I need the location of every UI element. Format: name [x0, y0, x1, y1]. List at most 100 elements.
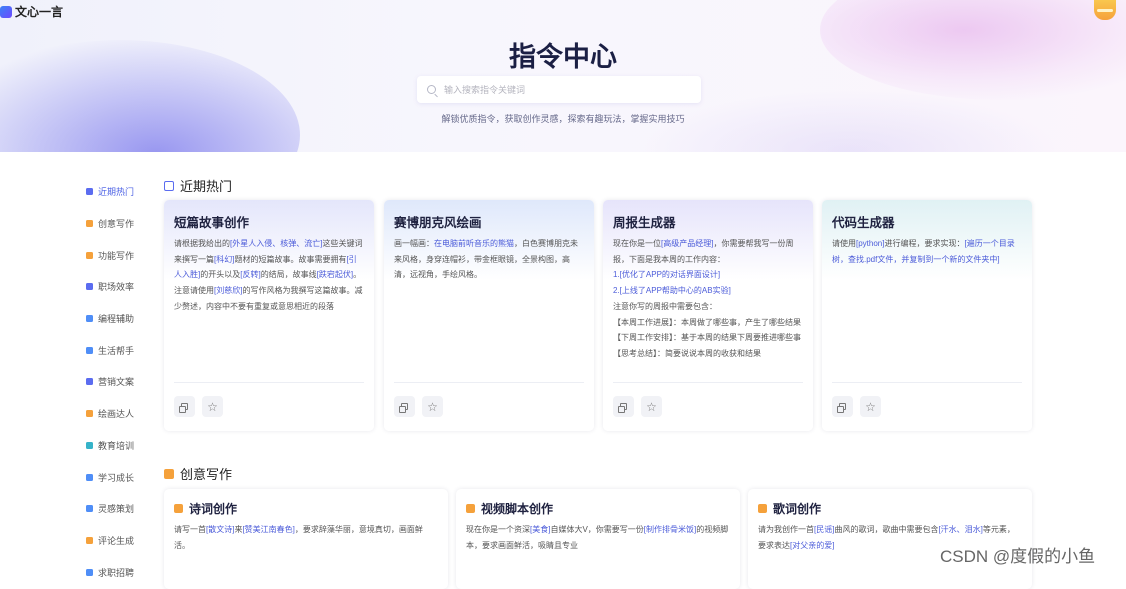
copy-icon: [399, 403, 408, 413]
prompt-text: 自媒体大V，你需要写一份: [550, 525, 644, 534]
prompt-card[interactable]: 代码生成器请使用[python]进行编程，要求实现：[遍历一个目录树，查找.pd…: [822, 200, 1032, 431]
hero-banner: 文心一言 指令中心 解锁优质指令，获取创作灵感，探索有趣玩法，掌握实用技巧: [0, 0, 1126, 152]
logo-icon: [0, 5, 12, 18]
creative-section-icon: [164, 468, 174, 479]
pen-icon: [758, 504, 767, 513]
card-description: 现在你是一个资深[美食]自媒体大V，你需要写一份[制作排骨米饭]的视频脚本，要求…: [466, 522, 730, 558]
sidebar-item[interactable]: 创意写作: [86, 208, 156, 240]
search-icon: [427, 85, 436, 94]
sidebar-item[interactable]: 求职招聘: [86, 556, 156, 588]
card-description: 请使用[python]进行编程，要求实现：[遍历一个目录树，查找.pdf文件，并…: [832, 236, 1022, 380]
prompt-card[interactable]: 视频脚本创作现在你是一个资深[美食]自媒体大V，你需要写一份[制作排骨米饭]的视…: [456, 489, 740, 589]
prompt-card[interactable]: 短篇故事创作 请根据我给出的[外星人入侵、核弹、流亡]这些关键词来撰写一篇[科幻]…: [164, 200, 374, 431]
card-description: 请写一首[散文诗]来[赞美江南春色]，要求辞藻华丽，意境真切，画面鲜活。: [174, 522, 438, 558]
card-title-row: 诗词创作: [174, 500, 237, 517]
star-icon: ☆: [427, 399, 438, 414]
prompt-text: 的开头以及: [200, 270, 241, 280]
section-hot-header: 近期热门: [164, 176, 232, 195]
copy-button[interactable]: [394, 396, 415, 417]
sidebar-item[interactable]: 职场效率: [86, 271, 156, 303]
code-icon: [86, 315, 93, 323]
card-title: 视频脚本创作: [481, 502, 554, 516]
star-icon: ☆: [865, 399, 876, 414]
sidebar-item[interactable]: 功能写作: [86, 239, 156, 271]
copy-icon: [837, 403, 846, 413]
card-title-row: 歌词创作: [758, 500, 821, 517]
book-icon: [86, 473, 93, 481]
hot-icon: [86, 188, 93, 196]
copy-button[interactable]: [613, 396, 634, 417]
card-title-row: 视频脚本创作: [466, 500, 553, 517]
sidebar-item[interactable]: 学习成长: [86, 461, 156, 493]
prompt-variable: [对父亲的爱]: [790, 540, 835, 550]
app-logo[interactable]: 文心一言: [0, 3, 63, 20]
card-divider: [174, 382, 364, 383]
copy-button[interactable]: [174, 396, 195, 417]
prompt-variable: [制作排骨米饭]: [643, 525, 697, 534]
prompt-text: 进行编程，要求实现：: [884, 239, 965, 248]
prompt-variable: 在电脑前听音乐的熊猫: [434, 239, 514, 248]
pen-icon: [466, 504, 475, 513]
education-icon: [86, 441, 93, 449]
bulb-icon: [86, 505, 93, 513]
favorite-button[interactable]: ☆: [641, 396, 662, 417]
page-subtitle: 解锁优质指令，获取创作灵感，探索有趣玩法，掌握实用技巧: [441, 114, 685, 124]
sidebar-item-label: 创意写作: [98, 219, 135, 230]
sidebar-item-label: 求职招聘: [98, 567, 135, 578]
user-avatar[interactable]: [1094, 0, 1116, 20]
prompt-variable: [外星人入侵、核弹、流亡]: [230, 239, 323, 248]
prompt-variable: [赞美江南春色]: [242, 525, 295, 534]
search-box[interactable]: [417, 76, 701, 103]
star-icon: ☆: [207, 399, 218, 414]
copy-button[interactable]: [832, 396, 853, 417]
sidebar-item[interactable]: 绘画达人: [86, 398, 156, 430]
sidebar-item-label: 近期热门: [98, 187, 135, 198]
star-icon: ☆: [646, 399, 657, 414]
sidebar-item[interactable]: 评论生成: [86, 525, 156, 557]
hot-section-icon: [164, 180, 174, 191]
favorite-button[interactable]: ☆: [202, 396, 223, 417]
favorite-button[interactable]: ☆: [422, 396, 443, 417]
prompt-text: 注意你写的周报中需要包含： 【本周工作进展】：本周做了哪些事，产生了哪些结果 【…: [613, 301, 801, 358]
page-title: 指令中心: [509, 42, 617, 72]
card-title: 代码生成器: [832, 216, 895, 230]
pen-icon: [174, 504, 183, 513]
prompt-card[interactable]: 周报生成器 现在你是一位[高级产品经理]，你需要帮我写一份周报，下面是我本周的工作…: [603, 200, 813, 431]
sidebar-item[interactable]: 近期热门: [86, 176, 156, 208]
sidebar-item[interactable]: 教育培训: [86, 430, 156, 462]
sidebar-item-label: 绘画达人: [98, 409, 135, 420]
sidebar-item-label: 灵感策划: [98, 504, 135, 515]
prompt-text: 请使用: [832, 239, 856, 248]
home-icon: [86, 346, 93, 354]
prompt-text: 请为我创作一首: [758, 525, 814, 534]
sidebar-item-label: 营销文案: [98, 377, 135, 388]
prompt-variable: [python]: [856, 239, 885, 248]
search-input[interactable]: [442, 83, 701, 96]
prompt-card[interactable]: 歌词创作 请为我创作一首[民谣]曲风的歌词，歌曲中需要包含[汗水、泪水]等元素，要…: [748, 489, 1032, 589]
prompt-variable: [汗水、泪水]: [938, 525, 983, 534]
prompt-card[interactable]: 诗词创作请写一首[散文诗]来[赞美江南春色]，要求辞藻华丽，意境真切，画面鲜活。: [164, 489, 448, 589]
card-divider: [613, 382, 803, 383]
card-divider: [394, 382, 584, 383]
doc-icon: [86, 251, 93, 259]
prompt-card[interactable]: 赛博朋克风绘画 画一幅画：在电脑前听音乐的熊猫，白色赛博朋克未来风格，身穿连帽衫，…: [384, 200, 594, 431]
prompt-text: 现在你是一位: [613, 239, 661, 248]
section-creative-title: 创意写作: [180, 467, 233, 482]
sidebar-item[interactable]: 灵感策划: [86, 493, 156, 525]
prompt-variable: [民谣]: [814, 525, 835, 534]
card-description: 画一幅画：在电脑前听音乐的熊猫，白色赛博朋克未来风格，身穿连帽衫，带金框眼镜，全…: [394, 236, 584, 380]
sidebar-item-label: 生活帮手: [98, 345, 135, 356]
sidebar-item[interactable]: 编程辅助: [86, 303, 156, 335]
sidebar-item-label: 功能写作: [98, 250, 135, 261]
favorite-button[interactable]: ☆: [860, 396, 881, 417]
copy-icon: [618, 403, 627, 413]
prompt-text: 题材的短篇故事。故事需要拥有: [234, 254, 347, 264]
sidebar-item[interactable]: 生活帮手: [86, 334, 156, 366]
prompt-variable: [科幻]: [214, 254, 235, 264]
card-title: 诗词创作: [189, 502, 238, 516]
prompt-variable: [高级产品经理]: [661, 239, 714, 248]
sidebar-item-label: 编程辅助: [98, 314, 135, 325]
card-description: 请根据我给出的[外星人入侵、核弹、流亡]这些关键词来撰写一篇[科幻]题材的短篇故…: [174, 236, 364, 380]
sidebar-item[interactable]: 营销文案: [86, 366, 156, 398]
card-title: 周报生成器: [613, 216, 676, 230]
